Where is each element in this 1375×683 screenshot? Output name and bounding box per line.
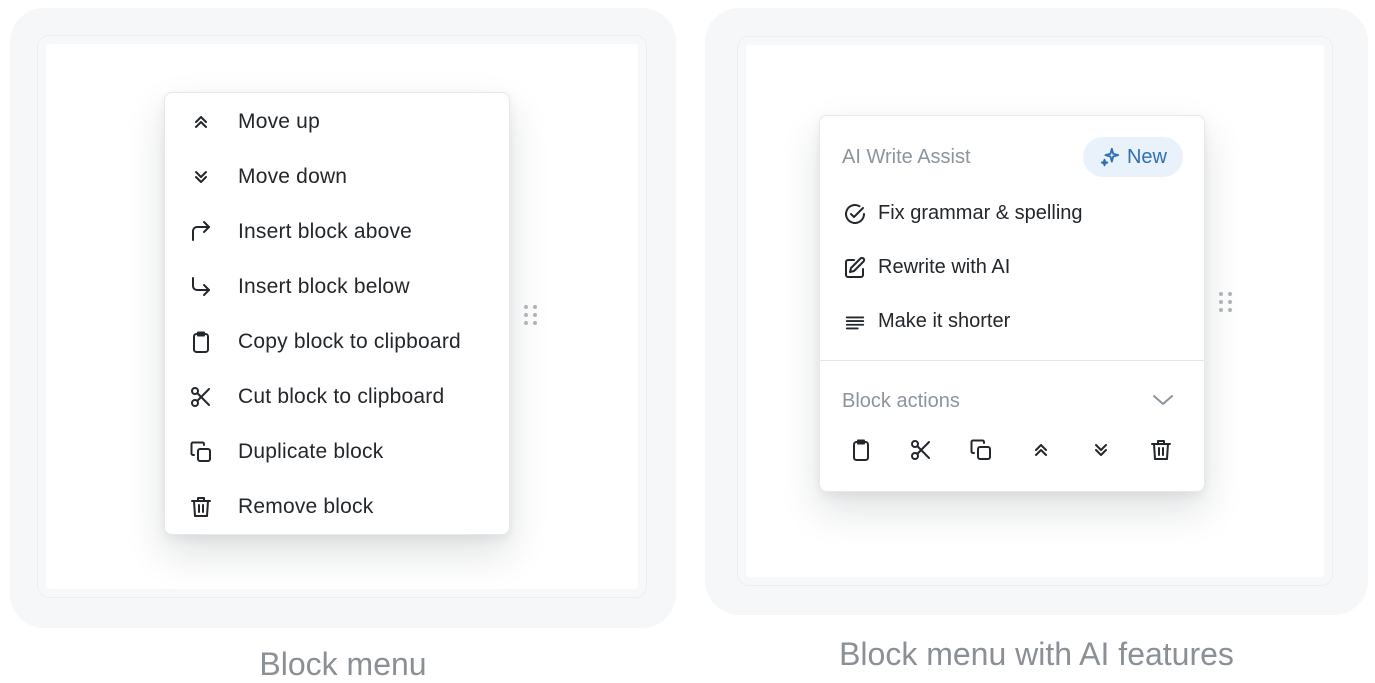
menu-item-insert-below[interactable]: Insert block below	[165, 259, 509, 314]
caption-ai-block-menu: Block menu with AI features	[839, 636, 1234, 672]
chevrons-up-icon	[1031, 440, 1051, 460]
block-menu: Move up Move down Insert block above Ins…	[164, 92, 510, 535]
chevrons-down-icon	[1091, 440, 1111, 460]
menu-item-label: Remove block	[238, 494, 374, 518]
chevrons-up-icon	[187, 108, 215, 136]
badge-label: New	[1126, 145, 1167, 168]
menu-item-cut-clipboard[interactable]: Cut block to clipboard	[165, 369, 509, 424]
menu-item-label: Move down	[238, 164, 348, 188]
action-move-down-button[interactable]	[1084, 433, 1118, 467]
arrow-corner-up-right-icon	[187, 218, 215, 246]
menu-item-move-down[interactable]: Move down	[165, 149, 509, 204]
ai-item-label: Rewrite with AI	[878, 256, 1011, 278]
chevron-down-icon[interactable]	[1150, 390, 1176, 415]
scissors-icon	[187, 383, 215, 411]
duplicate-icon	[187, 438, 215, 466]
edit-icon	[842, 255, 868, 281]
menu-item-label: Insert block below	[238, 274, 410, 298]
action-move-up-button[interactable]	[1024, 433, 1058, 467]
chevrons-down-icon	[187, 163, 215, 191]
ai-section-title: AI Write Assist	[842, 146, 971, 168]
arrow-corner-down-right-icon	[187, 273, 215, 301]
align-text-icon	[842, 309, 868, 335]
duplicate-icon	[969, 438, 993, 462]
menu-item-remove[interactable]: Remove block	[165, 479, 509, 534]
section-divider	[820, 360, 1204, 361]
menu-item-insert-above[interactable]: Insert block above	[165, 204, 509, 259]
scissors-icon	[909, 438, 933, 462]
menu-item-move-up[interactable]: Move up	[165, 94, 509, 149]
caption-block-menu: Block menu	[259, 646, 427, 682]
menu-item-label: Insert block above	[238, 219, 413, 243]
ai-item-label: Fix grammar & spelling	[878, 202, 1083, 224]
clipboard-icon	[187, 328, 215, 356]
action-duplicate-button[interactable]	[964, 433, 998, 467]
drag-handle-icon[interactable]	[524, 305, 538, 327]
check-circle-icon	[842, 201, 868, 227]
ai-item-fix-grammar[interactable]: Fix grammar & spelling	[820, 188, 1204, 242]
trash-icon	[1149, 438, 1173, 462]
menu-item-label: Copy block to clipboard	[238, 329, 461, 353]
action-copy-button[interactable]	[844, 433, 878, 467]
menu-item-label: Move up	[238, 109, 320, 133]
ai-item-label: Make it shorter	[878, 310, 1011, 332]
drag-handle-icon[interactable]	[1219, 292, 1233, 314]
new-badge: New	[1083, 137, 1183, 177]
action-cut-button[interactable]	[904, 433, 938, 467]
ai-block-menu: AI Write Assist New Fix grammar & spelli…	[819, 115, 1205, 492]
ai-item-make-shorter[interactable]: Make it shorter	[820, 296, 1204, 350]
menu-item-duplicate[interactable]: Duplicate block	[165, 424, 509, 479]
ai-item-rewrite[interactable]: Rewrite with AI	[820, 242, 1204, 296]
trash-icon	[187, 493, 215, 521]
menu-item-copy-clipboard[interactable]: Copy block to clipboard	[165, 314, 509, 369]
sparkles-icon	[1099, 146, 1121, 168]
action-remove-button[interactable]	[1144, 433, 1178, 467]
block-actions-title: Block actions	[842, 390, 960, 412]
menu-item-label: Cut block to clipboard	[238, 384, 445, 408]
clipboard-icon	[849, 438, 873, 462]
menu-item-label: Duplicate block	[238, 439, 384, 463]
